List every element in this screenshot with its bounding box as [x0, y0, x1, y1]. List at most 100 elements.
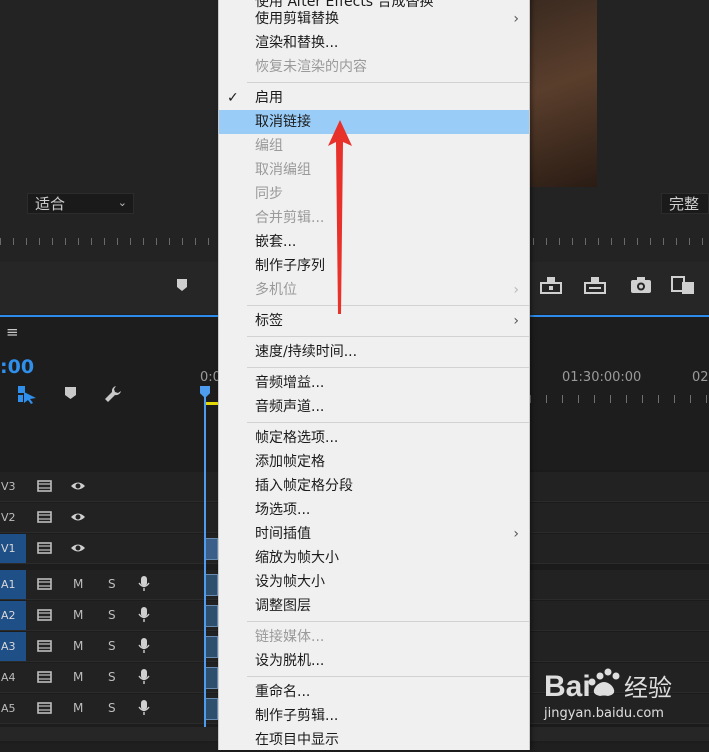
menu-item-ungroup[interactable]: 取消编组: [219, 158, 529, 182]
track-label[interactable]: V2: [0, 503, 26, 532]
sync-lock-icon[interactable]: [37, 480, 53, 492]
menu-item-audio-gain[interactable]: 音频增益...: [219, 371, 529, 395]
menu-item-rename[interactable]: 重命名...: [219, 680, 529, 704]
menu-item-adjustment-layer[interactable]: 调整图层: [219, 594, 529, 618]
eye-icon[interactable]: [70, 480, 86, 492]
comparison-view-icon[interactable]: [670, 274, 696, 296]
track-label[interactable]: A3: [0, 632, 26, 661]
quality-label: 完整: [669, 195, 700, 213]
sync-lock-icon[interactable]: [37, 702, 53, 714]
track-label[interactable]: A2: [0, 601, 26, 630]
menu-item-synchronize[interactable]: 同步: [219, 182, 529, 206]
menu-item-field-options[interactable]: 场选项...: [219, 498, 529, 522]
svg-text:Bai: Bai: [544, 670, 591, 703]
menu-item-restore-unrendered[interactable]: 恢复未渲染的内容: [219, 55, 529, 79]
menu-separator: [247, 82, 529, 83]
check-icon: ✓: [227, 90, 239, 106]
track-label[interactable]: V1: [0, 534, 26, 563]
snap-icon[interactable]: [16, 384, 38, 404]
menu-item-nest[interactable]: 嵌套...: [219, 230, 529, 254]
menu-item-render-replace[interactable]: 渲染和替换...: [219, 31, 529, 55]
menu-item-insert-frame-hold-segment[interactable]: 插入帧定格分段: [219, 474, 529, 498]
menu-separator: [247, 422, 529, 423]
eye-icon[interactable]: [70, 542, 86, 554]
solo-button[interactable]: S: [108, 608, 116, 622]
sync-lock-icon[interactable]: [37, 609, 53, 621]
add-marker-icon[interactable]: [175, 278, 189, 292]
chevron-down-icon: ⌄: [117, 196, 127, 209]
menu-item-set-to-frame-size[interactable]: 设为帧大小: [219, 570, 529, 594]
microphone-icon[interactable]: [138, 576, 150, 592]
solo-button[interactable]: S: [108, 577, 116, 591]
menu-item-reveal-in-project[interactable]: 在项目中显示: [219, 728, 529, 752]
audio-clip[interactable]: [205, 605, 218, 627]
playback-quality-select[interactable]: 完整: [661, 193, 709, 214]
mute-button[interactable]: M: [73, 608, 83, 622]
sync-lock-icon[interactable]: [37, 542, 53, 554]
chevron-right-icon: ›: [513, 313, 519, 329]
menu-item-frame-hold-options[interactable]: 帧定格选项...: [219, 426, 529, 450]
context-menu: 使用 After Effects 合成替换 使用剪辑替换 › 渲染和替换... 恢…: [218, 0, 530, 750]
mute-button[interactable]: M: [73, 639, 83, 653]
mute-button[interactable]: M: [73, 670, 83, 684]
video-preview: [525, 0, 597, 187]
audio-clip[interactable]: [205, 667, 218, 689]
menu-item-audio-channels[interactable]: 音频声道...: [219, 395, 529, 419]
timeline-timecode[interactable]: :00: [0, 356, 34, 378]
menu-item-label[interactable]: 标签 ›: [219, 309, 529, 333]
menu-item-scale-to-frame-size[interactable]: 缩放为帧大小: [219, 546, 529, 570]
solo-button[interactable]: S: [108, 670, 116, 684]
sync-lock-icon[interactable]: [37, 640, 53, 652]
microphone-icon[interactable]: [138, 638, 150, 654]
menu-item-replace-with-clip[interactable]: 使用剪辑替换 ›: [219, 7, 529, 31]
video-clip[interactable]: [205, 538, 218, 560]
microphone-icon[interactable]: [138, 607, 150, 623]
track-label[interactable]: A4: [0, 663, 26, 692]
track-label[interactable]: V3: [0, 472, 26, 501]
panel-menu-icon[interactable]: ≡: [6, 323, 19, 341]
menu-item-add-frame-hold[interactable]: 添加帧定格: [219, 450, 529, 474]
zoom-fit-label: 适合: [35, 195, 66, 213]
menu-separator: [247, 367, 529, 368]
sync-lock-icon[interactable]: [37, 511, 53, 523]
playhead-line[interactable]: [204, 386, 206, 727]
extract-icon[interactable]: [582, 274, 608, 296]
lift-icon[interactable]: [538, 274, 564, 296]
menu-item-merge-clips[interactable]: 合并剪辑...: [219, 206, 529, 230]
mute-button[interactable]: M: [73, 701, 83, 715]
microphone-icon[interactable]: [138, 700, 150, 716]
zoom-fit-select[interactable]: 适合 ⌄: [27, 193, 134, 214]
eye-icon[interactable]: [70, 511, 86, 523]
menu-item-make-offline[interactable]: 设为脱机...: [219, 649, 529, 673]
audio-clip[interactable]: [205, 574, 218, 596]
menu-item-enable[interactable]: ✓ 启用: [219, 86, 529, 110]
sync-lock-icon[interactable]: [37, 578, 53, 590]
chevron-right-icon: ›: [513, 526, 519, 542]
menu-item-group[interactable]: 编组: [219, 134, 529, 158]
menu-item-speed-duration[interactable]: 速度/持续时间...: [219, 340, 529, 364]
menu-item-make-subsequence[interactable]: 制作子序列: [219, 254, 529, 278]
menu-item-make-subclip[interactable]: 制作子剪辑...: [219, 704, 529, 728]
menu-item-unlink[interactable]: 取消链接: [219, 110, 529, 134]
solo-button[interactable]: S: [108, 701, 116, 715]
export-frame-icon[interactable]: [628, 274, 654, 296]
track-label[interactable]: A5: [0, 694, 26, 723]
audio-clip[interactable]: [205, 698, 218, 720]
menu-separator: [247, 676, 529, 677]
timeline-marker-icon[interactable]: [64, 386, 77, 400]
menu-item-multicamera[interactable]: 多机位 ›: [219, 278, 529, 302]
menu-item-link-media[interactable]: 链接媒体...: [219, 625, 529, 649]
microphone-icon[interactable]: [138, 669, 150, 685]
menu-separator: [247, 305, 529, 306]
annotation-arrow-icon: [328, 120, 352, 314]
audio-clip[interactable]: [205, 636, 218, 658]
track-label[interactable]: A1: [0, 570, 26, 599]
sync-lock-icon[interactable]: [37, 671, 53, 683]
wrench-icon[interactable]: [103, 384, 123, 404]
menu-item-time-interpolation[interactable]: 时间插值 ›: [219, 522, 529, 546]
watermark-url: jingyan.baidu.com: [544, 706, 664, 721]
menu-separator: [247, 336, 529, 337]
solo-button[interactable]: S: [108, 639, 116, 653]
mute-button[interactable]: M: [73, 577, 83, 591]
ruler-ticks: [530, 395, 709, 403]
